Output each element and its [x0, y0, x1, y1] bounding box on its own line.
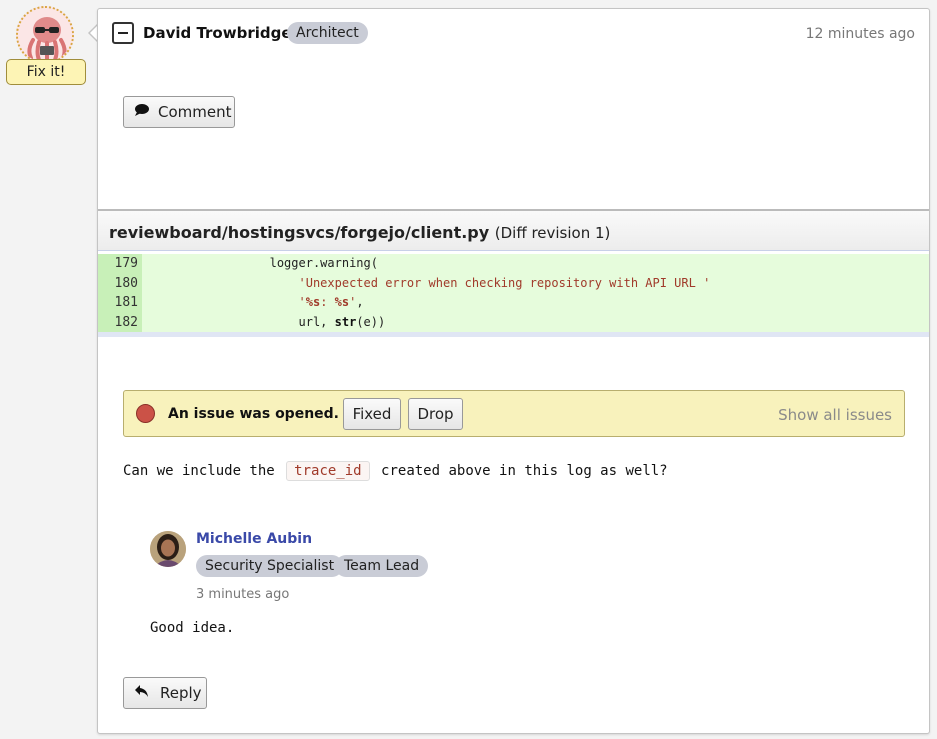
- reply-role-badge: Team Lead: [335, 555, 429, 577]
- issue-bar: An issue was opened. Fixed Drop Show all…: [123, 390, 905, 437]
- file-path[interactable]: reviewboard/hostingsvcs/forgejo/client.p…: [109, 223, 610, 242]
- fixed-button[interactable]: Fixed: [343, 398, 401, 430]
- reply-arrow-icon: [134, 684, 150, 702]
- octopus-avatar-icon: [18, 8, 72, 62]
- left-rail: Fix it!: [0, 0, 92, 739]
- diff-footer: [98, 332, 929, 337]
- diff-line: 181 '%s: %s',: [98, 293, 929, 313]
- reviewer-name[interactable]: David Trowbridge: [143, 24, 292, 42]
- inline-code: trace_id: [286, 461, 370, 481]
- fix-it-badge: Fix it!: [6, 59, 86, 85]
- line-number: 181: [98, 293, 142, 313]
- reviewer-role-badge: Architect: [287, 22, 368, 44]
- collapse-button[interactable]: [112, 22, 134, 44]
- show-all-issues-link[interactable]: Show all issues: [778, 406, 892, 424]
- reviewer-avatar[interactable]: [16, 6, 74, 64]
- speech-bubble-icon: [134, 103, 150, 121]
- reply-body: Good idea.: [150, 620, 235, 636]
- issue-open-icon: [136, 404, 155, 423]
- comment-button-label: Comment: [158, 103, 232, 121]
- diff-file-header: reviewboard/hostingsvcs/forgejo/client.p…: [98, 209, 929, 251]
- diff-line: 179 logger.warning(: [98, 254, 929, 274]
- drop-button[interactable]: Drop: [408, 398, 463, 430]
- issue-status-text: An issue was opened.: [168, 406, 340, 422]
- reply-timestamp[interactable]: 3 minutes ago: [196, 587, 289, 602]
- diff-revision: (Diff revision 1): [494, 224, 611, 242]
- reply-button-label: Reply: [160, 684, 202, 702]
- review-box: David Trowbridge Architect 12 minutes ag…: [97, 8, 930, 734]
- reply-role-badge: Security Specialist: [196, 555, 344, 577]
- code-line: 'Unexpected error when checking reposito…: [298, 275, 711, 290]
- review-timestamp[interactable]: 12 minutes ago: [806, 26, 915, 42]
- diff-line: 180 'Unexpected error when checking repo…: [98, 273, 929, 293]
- line-number: 182: [98, 312, 142, 332]
- line-number: 179: [98, 254, 142, 274]
- line-number: 180: [98, 273, 142, 293]
- reply-avatar[interactable]: [150, 531, 186, 567]
- code-line: logger.warning(: [269, 256, 378, 270]
- code-line: '%s: %s',: [298, 295, 364, 309]
- reply-author-name[interactable]: Michelle Aubin: [196, 531, 312, 547]
- diff-fragment: 179 logger.warning(180 'Unexpected error…: [98, 254, 929, 337]
- reply-button[interactable]: Reply: [123, 677, 207, 709]
- person-avatar-icon: [150, 531, 186, 567]
- code-line: url, str(e)): [298, 314, 386, 329]
- diff-line: 182 url, str(e)): [98, 312, 929, 332]
- comment-body: Can we include the trace_id created abov…: [123, 461, 668, 481]
- comment-button[interactable]: Comment: [123, 96, 235, 128]
